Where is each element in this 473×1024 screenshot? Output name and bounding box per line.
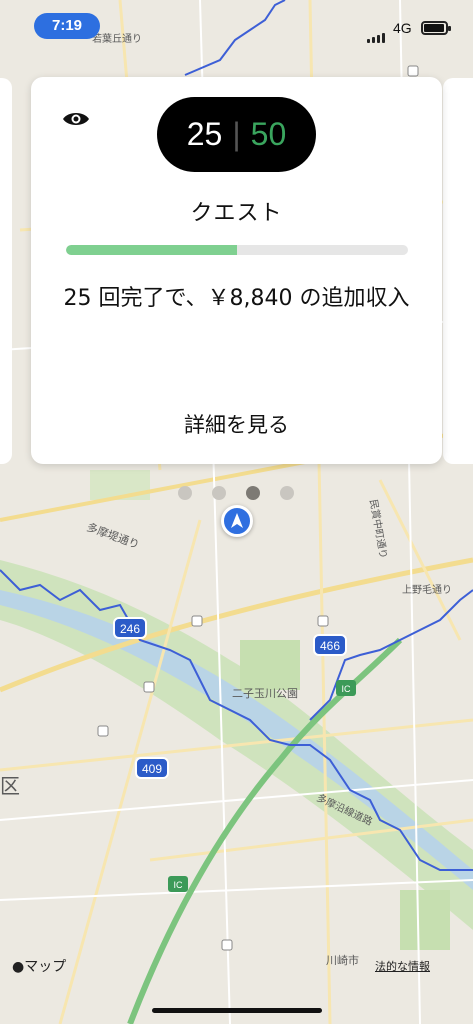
maps-logo: ●マップ	[12, 956, 66, 976]
map-label-kaminoge: 上野毛通り	[402, 584, 452, 596]
ic-badge-1: IC	[342, 684, 352, 694]
quest-progress-fill	[66, 245, 237, 255]
ic-badge-2: IC	[174, 880, 184, 890]
quest-current-count: 25	[186, 116, 223, 152]
home-indicator[interactable]	[152, 1008, 322, 1013]
page-dot[interactable]	[212, 486, 226, 500]
map-label-kawasaki: 川崎市	[326, 953, 359, 967]
page-dot[interactable]	[280, 486, 294, 500]
quest-description: 25 回完了で、￥8,840 の追加収入	[63, 286, 410, 311]
quest-progress-bar	[66, 245, 408, 255]
quest-title: クエスト	[190, 201, 283, 226]
current-location-arrow	[221, 505, 253, 537]
signal-icon	[367, 24, 387, 43]
quest-goal-count: 50	[250, 116, 287, 152]
map-label-ku: 区	[0, 774, 20, 798]
eye-icon[interactable]	[61, 109, 91, 129]
apple-icon: ●	[12, 959, 25, 975]
navigation-arrow-icon	[231, 513, 243, 528]
network-label: 4G	[393, 20, 412, 36]
page-dot[interactable]	[246, 486, 260, 500]
route-466-label: 466	[320, 639, 340, 653]
route-246-label: 246	[120, 622, 140, 636]
battery-icon	[421, 21, 451, 35]
quest-card[interactable]: 25 | 50 クエスト 25 回完了で、￥8,840 の追加収入 詳細を見る	[31, 77, 442, 464]
next-card-peek[interactable]	[443, 78, 473, 464]
previous-card-peek[interactable]	[0, 78, 12, 464]
status-bar: 7:19 4G	[0, 0, 473, 56]
page-indicator	[178, 486, 294, 500]
status-time[interactable]: 7:19	[34, 13, 100, 39]
details-link[interactable]: 詳細を見る	[31, 409, 442, 439]
quest-count-separator: |	[232, 116, 241, 152]
legal-link[interactable]: 法的な情報	[375, 958, 430, 974]
page-dot[interactable]	[178, 486, 192, 500]
quest-count-pill: 25 | 50	[157, 97, 316, 172]
maps-label: マップ	[24, 959, 67, 975]
route-409-label: 409	[142, 762, 162, 776]
map-label-futako-park: 二子玉川公園	[232, 687, 298, 700]
